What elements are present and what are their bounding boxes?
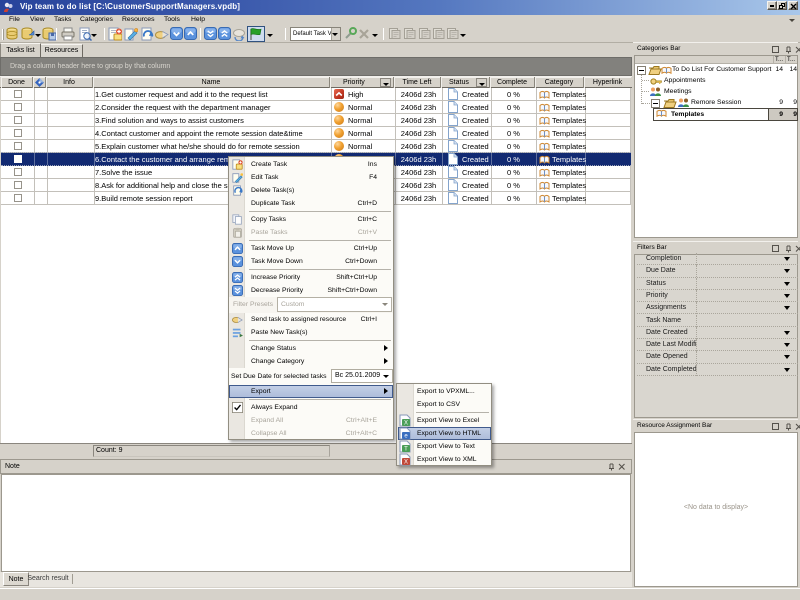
svg-text:T: T bbox=[404, 447, 408, 453]
svg-text:X: X bbox=[404, 460, 408, 466]
svg-text:X: X bbox=[404, 421, 408, 427]
